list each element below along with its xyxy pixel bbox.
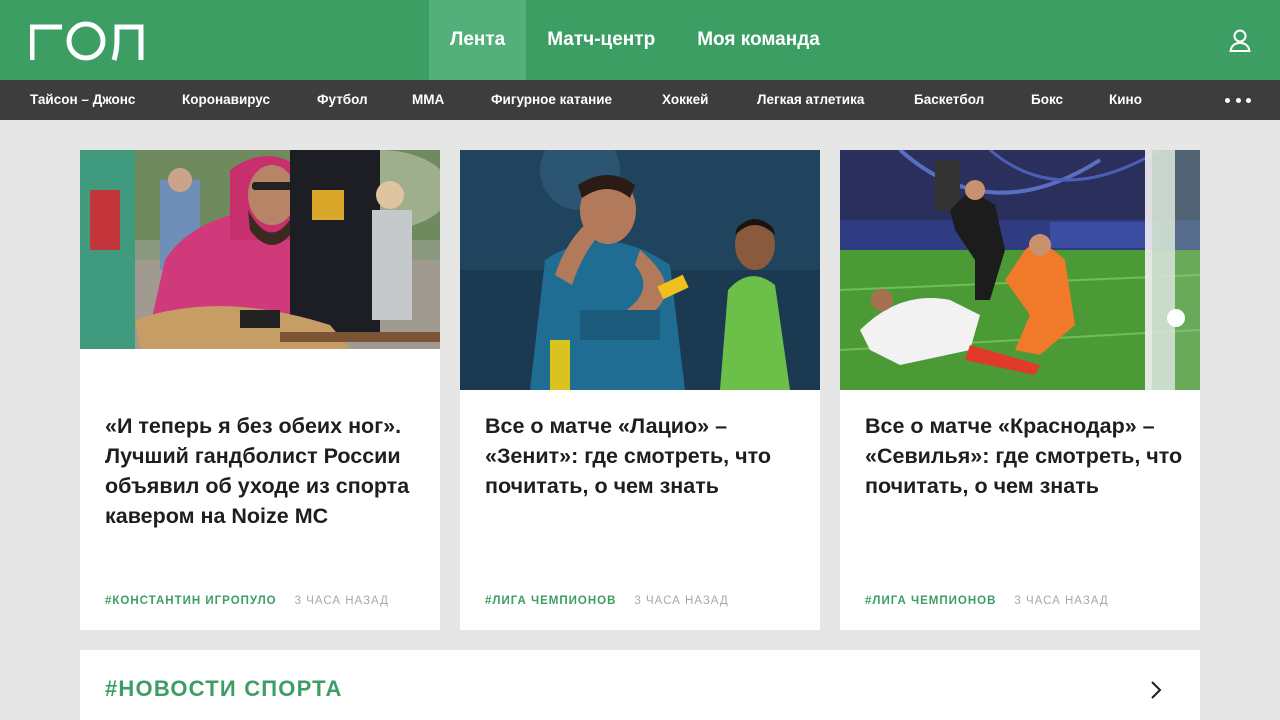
article-tag[interactable]: #ЛИГА ЧЕМПИОНОВ (865, 595, 996, 607)
topics-nav: Тайсон – Джонс Коронавирус Футбол ММА Фи… (0, 80, 1280, 120)
article-card[interactable]: «И теперь я без обеих ног». Лучший гандб… (80, 150, 440, 630)
tab-my-team[interactable]: Моя команда (676, 0, 841, 80)
gol-logo[interactable] (30, 20, 144, 62)
topic-boxing[interactable]: Бокс (1031, 80, 1063, 120)
topic-football[interactable]: Футбол (317, 80, 368, 120)
topic-mma[interactable]: ММА (412, 80, 444, 120)
topic-coronavirus[interactable]: Коронавирус (182, 80, 270, 120)
article-card[interactable]: Все о матче «Краснодар» – «Севилья»: где… (840, 150, 1200, 630)
topic-tyson-jones[interactable]: Тайсон – Джонс (30, 80, 135, 120)
article-time: 3 ЧАСА НАЗАД (294, 595, 389, 607)
tab-lenta[interactable]: Лента (429, 0, 527, 80)
article-card[interactable]: Все о матче «Лацио» – «Зенит»: где смотр… (460, 150, 820, 630)
user-icon[interactable] (1228, 28, 1252, 52)
article-title[interactable]: Все о матче «Лацио» – «Зенит»: где смотр… (485, 411, 805, 501)
article-meta: #ЛИГА ЧЕМПИОНОВ 3 ЧАСА НАЗАД (485, 595, 729, 607)
top-header: Лента Матч-центр Моя команда (0, 0, 1280, 80)
article-meta: #ЛИГА ЧЕМПИОНОВ 3 ЧАСА НАЗАД (865, 595, 1109, 607)
article-image (840, 150, 1200, 390)
chevron-right-icon[interactable] (1148, 680, 1164, 700)
article-title[interactable]: «И теперь я без обеих ног». Лучший гандб… (105, 411, 425, 531)
main-nav: Лента Матч-центр Моя команда (429, 0, 841, 80)
article-tag[interactable]: #ЛИГА ЧЕМПИОНОВ (485, 595, 616, 607)
article-time: 3 ЧАСА НАЗАД (1014, 595, 1109, 607)
topic-athletics[interactable]: Легкая атлетика (757, 80, 864, 120)
tab-match-center[interactable]: Матч-центр (526, 0, 676, 80)
topic-hockey[interactable]: Хоккей (662, 80, 708, 120)
article-time: 3 ЧАСА НАЗАД (634, 595, 729, 607)
article-image (80, 150, 440, 349)
topic-cinema[interactable]: Кино (1109, 80, 1142, 120)
topic-figure-skating[interactable]: Фигурное катание (491, 80, 612, 120)
topic-basketball[interactable]: Баскетбол (914, 80, 984, 120)
article-image (460, 150, 820, 390)
section-title[interactable]: #НОВОСТИ СПОРТА (105, 676, 343, 702)
article-title[interactable]: Все о матче «Краснодар» – «Севилья»: где… (865, 411, 1185, 501)
article-tag[interactable]: #КОНСТАНТИН ИГРОПУЛО (105, 595, 277, 607)
article-meta: #КОНСТАНТИН ИГРОПУЛО 3 ЧАСА НАЗАД (105, 595, 389, 607)
sports-news-section: #НОВОСТИ СПОРТА (80, 650, 1200, 720)
more-dots-icon[interactable] (1222, 80, 1254, 120)
